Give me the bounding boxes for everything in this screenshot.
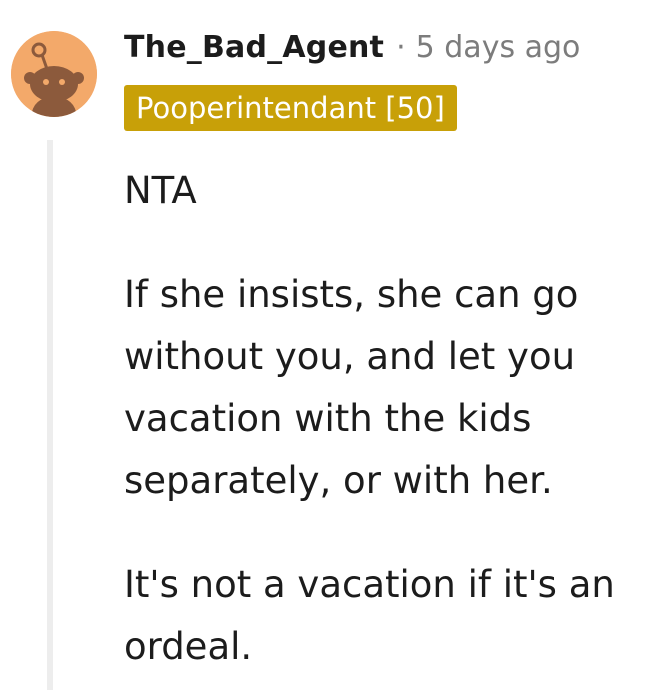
- comment-timestamp[interactable]: 5 days ago: [416, 30, 581, 65]
- user-flair-badge: Pooperintendant [50]: [124, 85, 457, 131]
- reddit-snoo-avatar-icon[interactable]: [11, 31, 97, 117]
- comment-paragraph: NTA: [124, 169, 197, 212]
- comment-body: NTA If she insists, she can go without y…: [124, 160, 654, 678]
- username-link[interactable]: The_Bad_Agent: [124, 30, 384, 65]
- meta-separator: ·: [396, 29, 406, 65]
- comment-paragraph: If she insists, she can go without you, …: [124, 273, 579, 502]
- comment: The_Bad_Agent · 5 days ago Pooperintenda…: [0, 0, 659, 690]
- thread-collapse-line[interactable]: [47, 140, 53, 690]
- snoo-icon: [11, 31, 97, 117]
- comment-paragraph: It's not a vacation if it's an ordeal.: [124, 563, 615, 668]
- comment-header: The_Bad_Agent · 5 days ago: [124, 24, 580, 70]
